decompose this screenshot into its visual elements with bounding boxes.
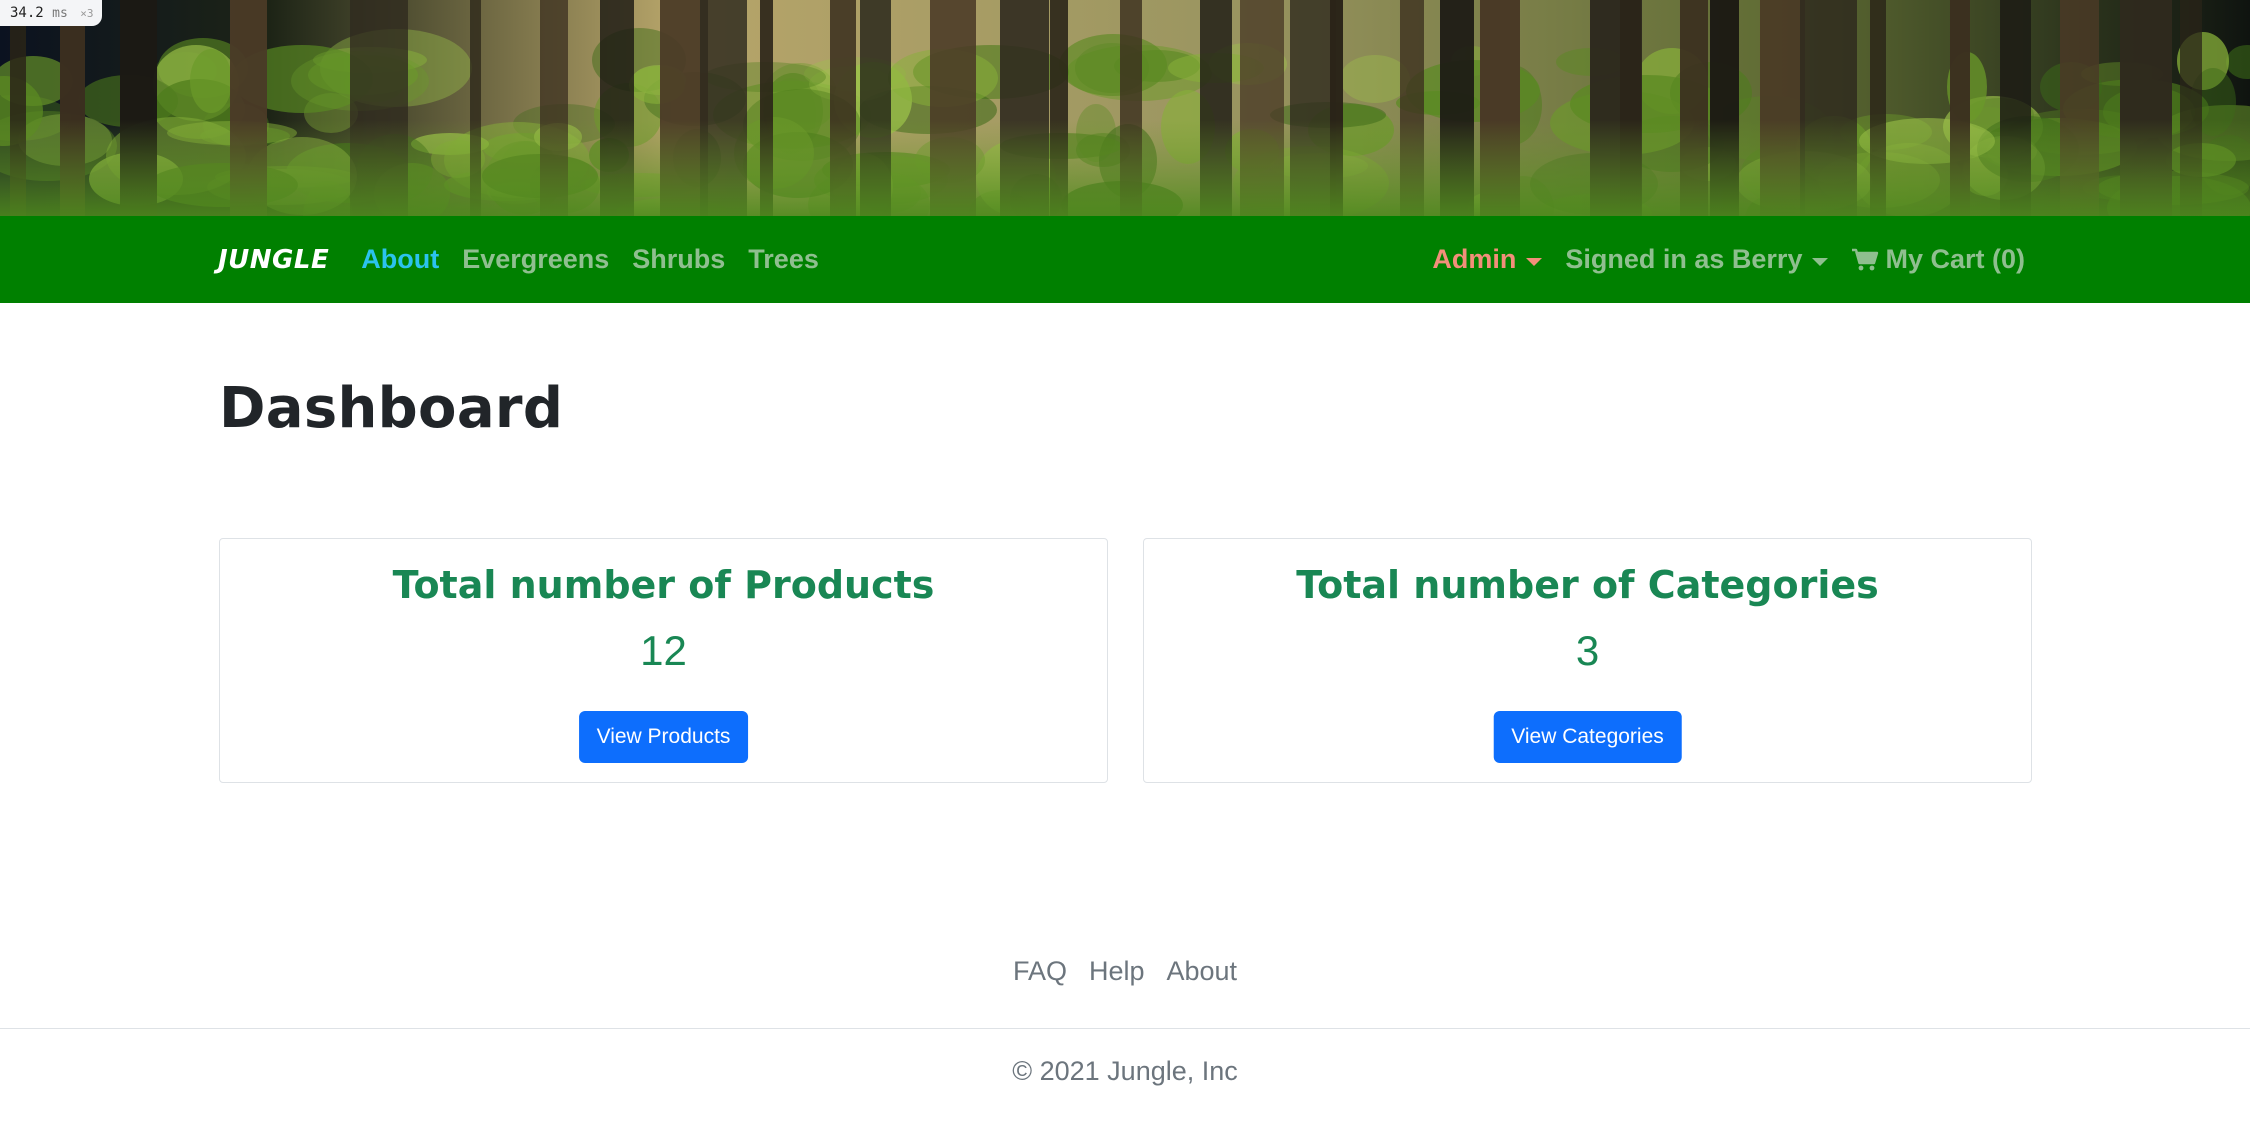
perf-multiplier: ×3 (80, 7, 94, 20)
categories-card: Total number of Categories 3 View Catego… (1143, 538, 2032, 783)
view-categories-button[interactable]: View Categories (1493, 711, 1682, 763)
cart-label: My Cart (0) (1885, 244, 2025, 274)
footer-divider (0, 1028, 2250, 1029)
products-count: 12 (640, 627, 687, 674)
admin-dropdown[interactable]: Admin (1432, 244, 1543, 275)
footer-link-about[interactable]: About (1166, 956, 1237, 987)
copyright: © 2021 Jungle, Inc (1012, 1056, 1238, 1086)
chevron-down-icon (1526, 257, 1543, 266)
footer-link-help[interactable]: Help (1089, 956, 1145, 987)
chevron-down-icon (1812, 257, 1829, 266)
nav-link-about[interactable]: About (361, 244, 439, 275)
products-card-title: Total number of Products (392, 563, 935, 607)
hero-banner: 34.2 ms ×3 (0, 0, 2250, 216)
navbar-right: Admin Signed in as Berry My Cart (0) (1409, 244, 2025, 275)
products-card: Total number of Products 12 View Product… (219, 538, 1108, 783)
footer-link-faq[interactable]: FAQ (1013, 956, 1067, 987)
user-label: Signed in as Berry (1565, 244, 1803, 274)
page-title: Dashboard (219, 376, 564, 441)
perf-unit: ms (52, 6, 68, 21)
categories-card-title: Total number of Categories (1296, 563, 1879, 607)
footer-links: FAQ Help About (0, 956, 2250, 987)
nav-link-trees[interactable]: Trees (748, 244, 819, 275)
brand-logo[interactable]: JUNGLE (218, 245, 329, 275)
forest-banner-image (0, 0, 2250, 216)
navbar-inner: JUNGLE About Evergreens Shrubs Trees Adm… (218, 216, 2025, 303)
nav-link-evergreens[interactable]: Evergreens (462, 244, 609, 275)
perf-value: 34.2 (10, 5, 44, 21)
perf-meter: 34.2 ms ×3 (0, 0, 102, 26)
nav-link-shrubs[interactable]: Shrubs (632, 244, 725, 275)
admin-label: Admin (1432, 244, 1517, 274)
navbar: JUNGLE About Evergreens Shrubs Trees Adm… (0, 216, 2250, 303)
categories-count: 3 (1575, 627, 1600, 674)
cart-icon (1852, 248, 1879, 270)
user-dropdown[interactable]: Signed in as Berry (1565, 244, 1829, 275)
view-products-button[interactable]: View Products (578, 711, 749, 763)
cart-link[interactable]: My Cart (0) (1851, 244, 2025, 275)
